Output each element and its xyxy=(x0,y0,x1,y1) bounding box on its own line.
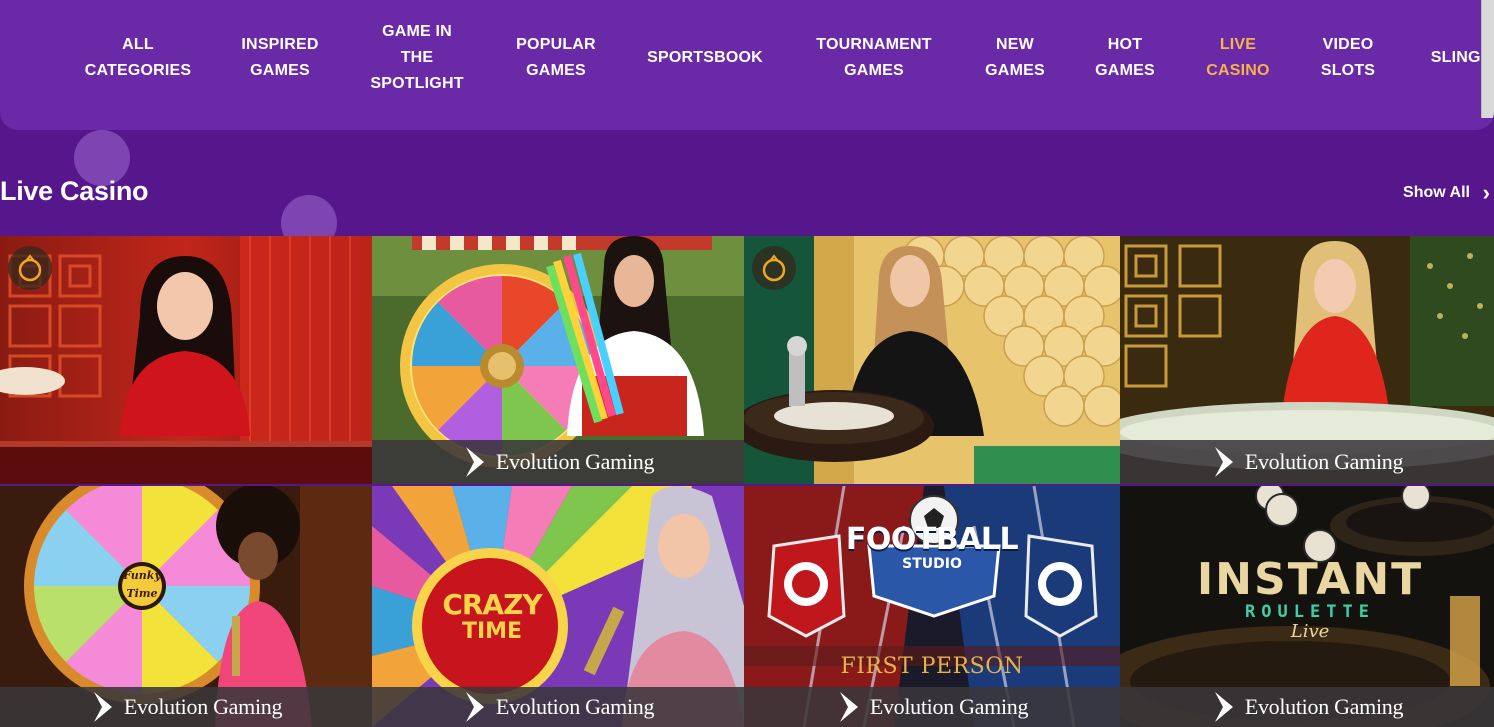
page: ALL CATEGORIES INSPIRED GAMES GAME IN TH… xyxy=(0,0,1494,727)
provider-bar: Evolution Gaming xyxy=(372,440,744,484)
nav-item-inspired-games[interactable]: INSPIRED GAMES xyxy=(241,32,318,84)
provider-name: Evolution Gaming xyxy=(495,449,655,474)
nav-item-new-games[interactable]: NEW GAMES xyxy=(985,32,1045,84)
game-thumbnail xyxy=(744,236,1120,484)
nav-item-hot-games[interactable]: HOT GAMES xyxy=(1095,32,1155,84)
provider-bar: Evolution Gaming xyxy=(1120,440,1494,484)
pragmatic-play-icon xyxy=(752,246,796,290)
category-nav: ALL CATEGORIES INSPIRED GAMES GAME IN TH… xyxy=(0,0,1494,130)
pragmatic-play-icon xyxy=(8,246,52,290)
game-tile[interactable]: Funky Time Evolution Gaming xyxy=(0,486,372,727)
game-tile[interactable] xyxy=(0,236,372,484)
provider-name: Evolution Gaming xyxy=(123,694,283,719)
show-all-link[interactable]: Show All xyxy=(1403,184,1470,202)
nav-item-live-casino[interactable]: LIVE CASINO xyxy=(1206,32,1269,84)
provider-name: Evolution Gaming xyxy=(869,694,1029,719)
nav-item-game-in-the-spotlight[interactable]: GAME IN THE SPOTLIGHT xyxy=(370,19,463,97)
game-tile[interactable]: CRAZY TIME Evolution Gaming xyxy=(372,486,744,727)
game-tile[interactable]: Evolution Gaming xyxy=(372,236,744,484)
nav-item-tournament-games[interactable]: TOURNAMENT GAMES xyxy=(816,32,931,84)
game-tile[interactable]: FOOTBALL STUDIO FIRST PERSON Evolution G… xyxy=(744,486,1120,727)
provider-bar: Evolution Gaming xyxy=(0,687,372,727)
provider-bar: Evolution Gaming xyxy=(744,687,1120,727)
evolution-logo-icon xyxy=(465,692,484,722)
nav-item-video-slots[interactable]: VIDEO SLOTS xyxy=(1321,32,1375,84)
provider-name: Evolution Gaming xyxy=(495,694,655,719)
game-tile[interactable] xyxy=(744,236,1120,484)
provider-bar: Evolution Gaming xyxy=(1120,687,1494,727)
section-title: Live Casino xyxy=(0,176,149,206)
provider-name: Evolution Gaming xyxy=(1244,449,1404,474)
nav-scrollbar[interactable] xyxy=(1481,0,1494,118)
chevron-right-icon[interactable]: › xyxy=(1483,180,1490,206)
evolution-logo-icon xyxy=(1214,692,1233,722)
nav-item-sportsbook[interactable]: SPORTSBOOK xyxy=(647,45,763,71)
evolution-logo-icon xyxy=(93,692,112,722)
game-thumbnail xyxy=(0,236,372,484)
evolution-logo-icon xyxy=(839,692,858,722)
game-tile[interactable]: INSTANT ROULETTE Live Evolution Gaming xyxy=(1120,486,1494,727)
provider-bar: Evolution Gaming xyxy=(372,687,744,727)
evolution-logo-icon xyxy=(465,447,484,477)
provider-name: Evolution Gaming xyxy=(1244,694,1404,719)
evolution-logo-icon xyxy=(1214,447,1233,477)
nav-item-all-categories[interactable]: ALL CATEGORIES xyxy=(85,32,192,84)
game-tile[interactable]: Evolution Gaming xyxy=(1120,236,1494,484)
nav-item-popular-games[interactable]: POPULAR GAMES xyxy=(516,32,596,84)
